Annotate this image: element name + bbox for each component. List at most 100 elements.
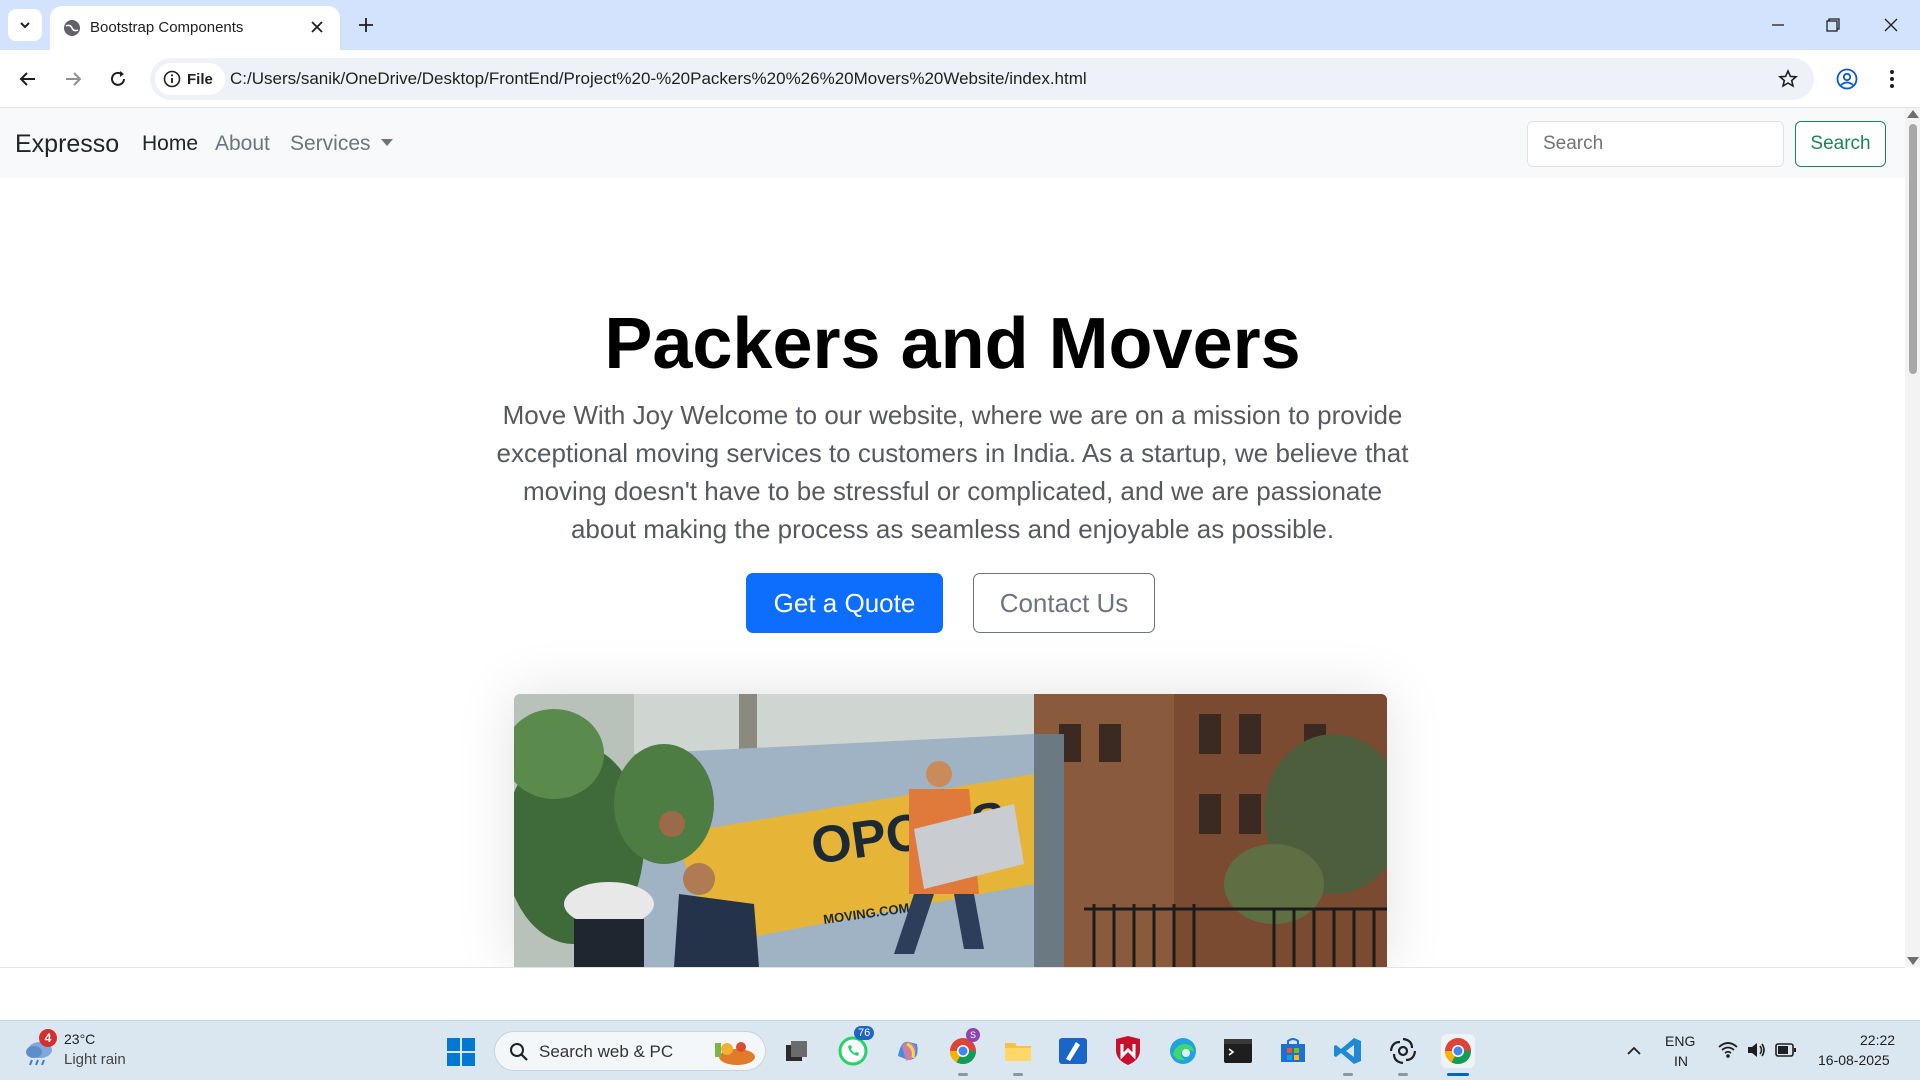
scrollbar-thumb[interactable] (1909, 124, 1917, 374)
profile-icon (1836, 68, 1858, 90)
chevron-down-icon (20, 22, 30, 29)
nav-link-services[interactable]: Services (290, 132, 393, 156)
volume-icon[interactable] (1746, 1040, 1766, 1060)
taskbar-task-view[interactable] (780, 1034, 814, 1068)
wifi-icon[interactable] (1718, 1041, 1738, 1059)
navbar-search-button[interactable]: Search (1795, 121, 1886, 167)
taskbar-whatsapp[interactable]: 76 (836, 1026, 875, 1068)
windows-start-icon[interactable] (446, 1037, 476, 1067)
minimize-button[interactable] (1763, 10, 1793, 40)
chatgpt-icon (1389, 1037, 1417, 1065)
nav-link-home[interactable]: Home (142, 132, 198, 156)
back-button[interactable] (14, 65, 42, 93)
taskbar-app-blue[interactable] (1056, 1034, 1090, 1068)
battery-icon[interactable] (1775, 1042, 1797, 1058)
whatsapp-badge: 76 (854, 1026, 875, 1040)
taskbar-copilot[interactable] (891, 1034, 925, 1068)
vscode-icon (1334, 1038, 1361, 1064)
running-indicator (1447, 1073, 1469, 1076)
tab-close-button[interactable] (306, 16, 328, 38)
page-scrollbar[interactable] (1905, 108, 1920, 967)
language-indicator-line1[interactable]: ENG (1665, 1033, 1695, 1049)
running-indicator (1013, 1073, 1023, 1076)
forward-button[interactable] (59, 65, 87, 93)
reload-button[interactable] (104, 65, 132, 93)
taskbar-file-explorer[interactable] (1001, 1034, 1035, 1076)
tab-title: Bootstrap Components (90, 19, 244, 36)
mcafee-shield-icon (1116, 1036, 1140, 1065)
browser-tab[interactable]: Bootstrap Components (50, 6, 340, 50)
contact-us-button[interactable]: Contact Us (973, 573, 1155, 633)
info-icon (163, 70, 181, 88)
get-quote-button[interactable]: Get a Quote (746, 573, 943, 633)
close-icon (311, 21, 323, 33)
taskbar-chatgpt[interactable] (1386, 1034, 1420, 1076)
running-indicator (1398, 1073, 1408, 1076)
site-navbar: Expresso Home About Services Search Sear… (0, 108, 1905, 178)
festival-illustration-icon (715, 1042, 755, 1065)
nav-link-about[interactable]: About (215, 132, 270, 156)
store-icon (1281, 1038, 1305, 1062)
search-icon (510, 1043, 528, 1061)
taskbar-terminal[interactable] (1221, 1034, 1255, 1068)
clock-time[interactable]: 22:22 (1860, 1032, 1895, 1048)
taskbar-store[interactable] (1276, 1034, 1310, 1068)
navbar-brand[interactable]: Expresso (15, 130, 119, 159)
moving-truck-photo: OPOLIS MOVING.COM (514, 694, 1387, 967)
taskbar-search-text: Search web & PC (539, 1042, 674, 1061)
whiteboard-icon (1059, 1038, 1087, 1064)
tray-overflow-button[interactable] (1617, 1034, 1651, 1068)
window-close-button[interactable] (1876, 10, 1906, 40)
arrow-right-icon (66, 72, 82, 86)
windows-taskbar: 4 23°C Light rain Search web & PC 76 S E… (0, 1020, 1920, 1080)
restore-button[interactable] (1818, 10, 1848, 40)
navbar-search-input[interactable]: Search (1527, 121, 1784, 167)
taskbar-chrome-profile[interactable]: S (946, 1028, 980, 1076)
browser-bottom-area (0, 967, 1905, 1020)
star-icon (1778, 69, 1798, 88)
profile-button[interactable] (1833, 65, 1861, 93)
running-indicator (1343, 1073, 1353, 1076)
bookmark-button[interactable] (1776, 67, 1800, 91)
chevron-up-icon (1627, 1046, 1641, 1055)
taskbar-vscode[interactable] (1331, 1034, 1365, 1076)
minimize-icon (1772, 24, 1784, 26)
taskbar-mcafee[interactable] (1111, 1034, 1145, 1068)
language-indicator-line2[interactable]: IN (1674, 1053, 1688, 1069)
taskbar-search-box[interactable]: Search web & PC (494, 1031, 766, 1071)
taskbar-chrome-active[interactable] (1441, 1034, 1475, 1076)
menu-button[interactable] (1878, 65, 1906, 93)
hero-title: Packers and Movers (604, 304, 1301, 384)
hero-lead: Move With Joy Welcome to our website, wh… (496, 400, 1409, 544)
caret-down-icon (380, 138, 393, 146)
terminal-icon (1224, 1039, 1252, 1063)
url-text[interactable]: C:/Users/sanik/OneDrive/Desktop/FrontEnd… (230, 69, 1087, 89)
new-tab-button[interactable] (353, 12, 379, 38)
folder-icon (1005, 1043, 1031, 1061)
taskbar-edge[interactable] (1166, 1034, 1200, 1068)
address-bar[interactable]: File C:/Users/sanik/OneDrive/Desktop/Fro… (150, 58, 1814, 100)
globe-icon (64, 20, 80, 36)
browser-toolbar: File C:/Users/sanik/OneDrive/Desktop/Fro… (0, 50, 1920, 108)
weather-temp[interactable]: 23°C (64, 1031, 95, 1047)
scroll-down-arrow-icon[interactable] (1907, 957, 1919, 965)
weather-badge: 4 (39, 1029, 57, 1047)
scroll-up-arrow-icon[interactable] (1907, 110, 1919, 118)
tab-search-button[interactable] (8, 9, 42, 41)
reload-icon (111, 71, 125, 86)
task-view-icon (786, 1041, 807, 1061)
close-icon (1884, 18, 1898, 32)
page-viewport: Expresso Home About Services Search Sear… (0, 108, 1905, 967)
browser-tab-strip: Bootstrap Components (0, 0, 1920, 50)
restore-icon (1826, 18, 1840, 32)
hero-photo: OPOLIS MOVING.COM (514, 694, 1387, 967)
site-chip-label: File (187, 70, 213, 88)
site-info-chip[interactable]: File (155, 63, 225, 95)
clock-date[interactable]: 16-08-2025 (1818, 1052, 1890, 1068)
running-indicator (958, 1073, 968, 1076)
kebab-menu-icon (1890, 70, 1894, 88)
chrome-icon (1444, 1038, 1472, 1065)
plus-icon (359, 18, 373, 32)
weather-description[interactable]: Light rain (64, 1051, 126, 1068)
edge-icon (1170, 1038, 1196, 1064)
